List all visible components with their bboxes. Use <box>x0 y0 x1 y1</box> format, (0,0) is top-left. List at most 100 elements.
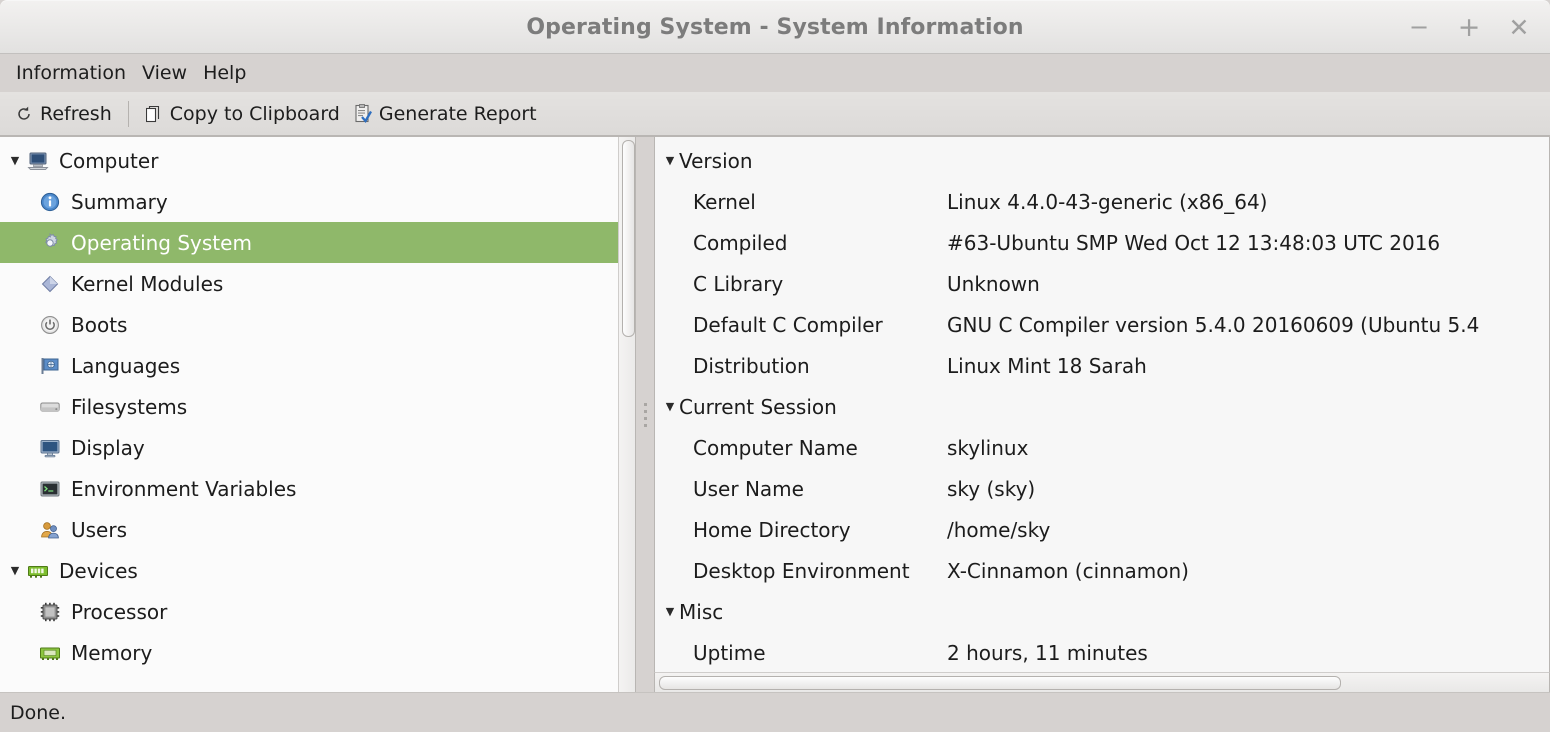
sidebar-item-display[interactable]: ▼ Display <box>0 427 618 468</box>
cpu-icon <box>38 600 62 624</box>
sidebar-item-label: Devices <box>59 559 138 583</box>
sidebar-item-label: Processor <box>71 600 167 624</box>
generate-report-button[interactable]: Generate Report <box>347 100 544 128</box>
detail-key: Compiled <box>655 231 947 255</box>
copy-to-clipboard-button[interactable]: Copy to Clipboard <box>138 100 347 128</box>
detail-value: Linux 4.4.0-43-generic (x86_64) <box>947 190 1549 214</box>
detail-value: GNU C Compiler version 5.4.0 20160609 (U… <box>947 313 1549 337</box>
detail-row: C Library Unknown <box>655 263 1549 304</box>
sidebar-item-label: Kernel Modules <box>71 272 223 296</box>
detail-value: #63-Ubuntu SMP Wed Oct 12 13:48:03 UTC 2… <box>947 231 1549 255</box>
detail-list: ▼ Version Kernel Linux 4.4.0-43-generic … <box>655 137 1549 672</box>
detail-key: Kernel <box>655 190 947 214</box>
sidebar-item-label: Users <box>71 518 127 542</box>
detail-value: sky (sky) <box>947 477 1549 501</box>
status-text: Done. <box>10 702 66 724</box>
refresh-icon <box>15 103 34 124</box>
sidebar-item-environment-variables[interactable]: ▼ Environment Variables <box>0 468 618 509</box>
detail-key: Desktop Environment <box>655 559 947 583</box>
sidebar-item-label: Boots <box>71 313 127 337</box>
detail-key: Default C Compiler <box>655 313 947 337</box>
pane-splitter[interactable] <box>636 136 654 692</box>
menu-help[interactable]: Help <box>195 60 254 86</box>
report-icon <box>354 103 373 124</box>
sidebar-item-memory[interactable]: ▼ Memory <box>0 632 618 673</box>
detail-group-misc[interactable]: ▼ Misc <box>655 591 1549 632</box>
menu-view[interactable]: View <box>134 60 195 86</box>
sidebar-item-computer[interactable]: ▼ Computer <box>0 140 618 181</box>
detail-value: X-Cinnamon (cinnamon) <box>947 559 1549 583</box>
flag-icon <box>38 354 62 378</box>
close-icon[interactable]: ✕ <box>1504 12 1534 42</box>
sidebar-item-operating-system[interactable]: ▼ Operating System <box>0 222 618 263</box>
sidebar-item-summary[interactable]: ▼ Summary <box>0 181 618 222</box>
detail-value: Linux Mint 18 Sarah <box>947 354 1549 378</box>
sidebar-item-filesystems[interactable]: ▼ Filesystems <box>0 386 618 427</box>
detail-group-label: Misc <box>679 600 723 624</box>
detail-key: C Library <box>655 272 947 296</box>
detail-row: Default C Compiler GNU C Compiler versio… <box>655 304 1549 345</box>
generate-report-label: Generate Report <box>379 103 537 125</box>
window-title: Operating System - System Information <box>0 15 1550 40</box>
drive-icon <box>38 395 62 419</box>
detail-key: User Name <box>655 477 947 501</box>
sidebar: ▼ Computer ▼ <box>0 136 636 692</box>
chevron-down-icon[interactable]: ▼ <box>661 605 679 618</box>
splitter-grip-icon <box>644 403 647 427</box>
main-content: ▼ Computer ▼ <box>0 136 1550 692</box>
chevron-down-icon[interactable]: ▼ <box>661 154 679 167</box>
users-icon <box>38 518 62 542</box>
computer-icon <box>26 149 50 173</box>
detail-value: /home/sky <box>947 518 1549 542</box>
copy-to-clipboard-label: Copy to Clipboard <box>170 103 340 125</box>
title-bar[interactable]: Operating System - System Information − … <box>0 0 1550 54</box>
detail-row: Home Directory /home/sky <box>655 509 1549 550</box>
detail-key: Home Directory <box>655 518 947 542</box>
gear-icon <box>38 231 62 255</box>
status-bar: Done. <box>0 692 1550 732</box>
detail-row: Uptime 2 hours, 11 minutes <box>655 632 1549 672</box>
sidebar-item-users[interactable]: ▼ Users <box>0 509 618 550</box>
detail-key: Distribution <box>655 354 947 378</box>
refresh-label: Refresh <box>40 103 112 125</box>
sidebar-scrollbar-thumb[interactable] <box>622 140 635 337</box>
detail-pane: ▼ Version Kernel Linux 4.4.0-43-generic … <box>654 136 1550 692</box>
detail-group-version[interactable]: ▼ Version <box>655 140 1549 181</box>
detail-group-label: Current Session <box>679 395 837 419</box>
detail-key: Uptime <box>655 641 947 665</box>
chevron-down-icon[interactable]: ▼ <box>661 400 679 413</box>
expander-collapse-icon[interactable]: ▼ <box>4 564 26 577</box>
menu-information[interactable]: Information <box>8 60 134 86</box>
detail-row: User Name sky (sky) <box>655 468 1549 509</box>
sidebar-item-languages[interactable]: ▼ Languages <box>0 345 618 386</box>
copy-icon <box>145 103 164 124</box>
expander-collapse-icon[interactable]: ▼ <box>4 154 26 167</box>
sidebar-item-boots[interactable]: ▼ Boots <box>0 304 618 345</box>
sidebar-item-label: Display <box>71 436 145 460</box>
detail-group-current-session[interactable]: ▼ Current Session <box>655 386 1549 427</box>
detail-value: skylinux <box>947 436 1549 460</box>
minimize-icon[interactable]: − <box>1404 12 1434 42</box>
refresh-button[interactable]: Refresh <box>8 100 119 128</box>
maximize-icon[interactable]: + <box>1454 12 1484 42</box>
sidebar-item-kernel-modules[interactable]: ▼ Kernel Modules <box>0 263 618 304</box>
sidebar-item-devices[interactable]: ▼ Devices <box>0 550 618 591</box>
toolbar-separator <box>128 101 129 127</box>
toolbar: Refresh Copy to Clipboard <box>0 92 1550 136</box>
detail-scrollbar-thumb[interactable] <box>659 676 1341 690</box>
info-icon <box>38 190 62 214</box>
devices-icon <box>26 559 50 583</box>
detail-row: Compiled #63-Ubuntu SMP Wed Oct 12 13:48… <box>655 222 1549 263</box>
detail-group-label: Version <box>679 149 753 173</box>
system-information-window: Operating System - System Information − … <box>0 0 1550 732</box>
detail-row: Distribution Linux Mint 18 Sarah <box>655 345 1549 386</box>
sidebar-vertical-scrollbar[interactable] <box>618 137 635 692</box>
sidebar-item-label: Computer <box>59 149 158 173</box>
window-controls: − + ✕ <box>1404 1 1534 53</box>
power-icon <box>38 313 62 337</box>
detail-horizontal-scrollbar[interactable] <box>654 672 1550 692</box>
detail-row: Desktop Environment X-Cinnamon (cinnamon… <box>655 550 1549 591</box>
sidebar-item-label: Languages <box>71 354 180 378</box>
sidebar-item-label: Memory <box>71 641 152 665</box>
sidebar-item-processor[interactable]: ▼ Processor <box>0 591 618 632</box>
